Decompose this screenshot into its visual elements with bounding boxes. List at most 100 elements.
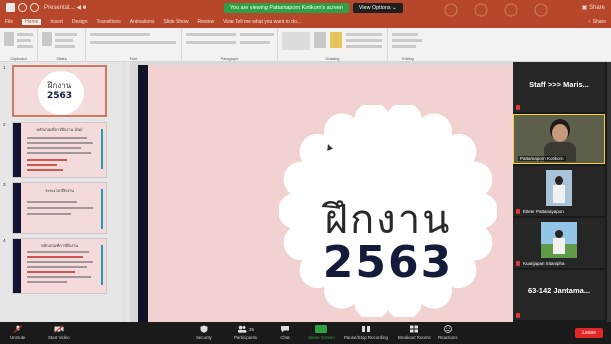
breakout-rooms-icon <box>410 325 419 333</box>
mic-muted-icon <box>13 325 23 333</box>
font-group: Font <box>86 28 182 62</box>
start-video-button[interactable]: Start Video <box>48 325 70 340</box>
participants-button[interactable]: 25 Participants <box>234 325 257 340</box>
clipboard-group-label: Clipboard <box>10 57 27 61</box>
drawing-group: Drawing <box>278 28 388 62</box>
quick-styles-icon[interactable] <box>330 32 342 48</box>
participant-name: 63-142 Jantama... <box>527 286 591 295</box>
share-screen-button[interactable]: Share Screen <box>308 325 335 340</box>
undo-icon[interactable] <box>18 3 27 12</box>
ribbon-tab-list: File Home Insert Design Transitions Animation… <box>5 19 234 25</box>
participant-panel-scrollbar[interactable] <box>607 62 611 322</box>
participant-tile[interactable]: 63-142 Jantama... <box>513 270 605 320</box>
slides-group-label: Slides <box>56 57 67 61</box>
thumbnails-scrollbar[interactable] <box>122 62 126 322</box>
pause-stop-icon <box>361 326 370 332</box>
unmute-label: Unmute <box>10 335 26 340</box>
viewing-screen-label: You are viewing Pattamaporn Kotikorn's s… <box>224 2 349 13</box>
tell-me-search[interactable]: ♀ Tell me what you want to do... <box>230 19 301 25</box>
breakout-rooms-label: Breakout Rooms <box>398 335 431 340</box>
muted-mic-icon <box>516 209 520 214</box>
paragraph-group: Paragraph <box>182 28 278 62</box>
editing-group-label: Editing <box>402 57 414 61</box>
tab-home[interactable]: Home <box>22 19 42 25</box>
reactions-label: Reactions <box>438 335 458 340</box>
leave-meeting-button[interactable]: Leave <box>575 328 603 338</box>
tab-transitions[interactable]: Transitions <box>97 19 121 25</box>
tab-slide-show[interactable]: Slide Show <box>164 19 189 25</box>
muted-mic-icon <box>516 105 520 110</box>
thumbnail-number: 4 <box>3 238 6 243</box>
shield-icon <box>200 325 208 333</box>
thumbnail-number: 1 <box>3 65 6 70</box>
participant-name: Pattamaporn Kotikorn <box>518 156 566 161</box>
window-controls[interactable]: ▣ Share <box>582 4 605 11</box>
shapes-gallery-icon[interactable] <box>282 32 310 50</box>
editing-group: Editing <box>388 28 428 62</box>
title-bar-pattern <box>444 3 548 17</box>
participants-count: 25 <box>249 326 254 332</box>
smiley-icon <box>443 325 452 333</box>
thumbnail-title: หลักเกณฑ์การฝึกงาน (ต่อ) <box>36 127 83 132</box>
share-button[interactable]: ♀ Share <box>588 19 606 25</box>
breakout-rooms-button[interactable]: Breakout Rooms <box>398 325 431 340</box>
security-label: Security <box>196 335 212 340</box>
tab-animations[interactable]: Animations <box>130 19 155 25</box>
reactions-button[interactable]: Reactions <box>438 325 458 340</box>
thumbnail-year: 2563 <box>46 91 73 101</box>
participant-name: Staff >>> Maris... <box>529 80 589 89</box>
participant-tile-active[interactable]: Pattamaporn Kotikorn <box>513 114 605 164</box>
window-title: Presentat... ◀ ■ <box>44 5 87 11</box>
chat-button[interactable]: Chat <box>280 325 290 340</box>
slide-left-band <box>138 65 148 322</box>
start-video-label: Start Video <box>48 335 70 340</box>
security-button[interactable]: Security <box>196 325 212 340</box>
tab-insert[interactable]: Insert <box>50 19 63 25</box>
screen-share-banner: You are viewing Pattamaporn Kotikorn's s… <box>224 2 403 13</box>
redo-icon[interactable] <box>30 3 39 12</box>
arrange-icon[interactable] <box>314 32 326 48</box>
slide-year: 2563 <box>322 237 454 288</box>
ribbon-tabs: File Home Insert Design Transitions Animation… <box>0 18 611 35</box>
share-screen-label: Share Screen <box>308 335 335 340</box>
zoom-meeting-toolbar: Unmute Start Video Security 25 Participa… <box>0 322 611 344</box>
slide-thumbnail-1[interactable]: ฝึกงาน 2563 <box>12 65 107 117</box>
record-button[interactable]: Pause/Stop Recording <box>344 325 388 340</box>
participant-name: Kuanjapan Sitanipha <box>523 261 565 266</box>
font-group-label: Font <box>129 57 138 61</box>
save-icon[interactable] <box>6 3 15 12</box>
participant-name: Eiteer Pattanayapon <box>523 209 564 214</box>
tab-review[interactable]: Review <box>198 19 214 25</box>
current-slide[interactable]: ฝึกงาน 2563 <box>138 65 513 322</box>
video-off-icon <box>54 325 64 333</box>
participant-tile[interactable]: Eiteer Pattanayapon <box>513 166 605 216</box>
ribbon: Clipboard Slides Font Paragraph Drawing … <box>0 28 611 62</box>
slides-group: Slides <box>38 28 86 62</box>
tab-file[interactable]: File <box>5 19 13 25</box>
new-slide-icon[interactable] <box>42 32 52 46</box>
unmute-button[interactable]: Unmute <box>10 325 25 340</box>
paste-icon[interactable] <box>4 32 14 46</box>
participants-label: Participants <box>234 335 257 340</box>
slide-thumbnail-3[interactable]: ระยะเวลาฝึกงาน <box>12 182 107 234</box>
thumbnail-number: 3 <box>3 182 6 187</box>
slide-editing-area: ฝึกงาน 2563 <box>130 62 513 322</box>
view-options-button[interactable]: View Options ⌄ <box>352 2 403 13</box>
thumbnail-number: 2 <box>3 122 6 127</box>
thumbnail-title: ระยะเวลาฝึกงาน <box>45 188 74 193</box>
share-screen-icon <box>315 325 328 333</box>
paragraph-group-label: Paragraph <box>220 57 239 61</box>
drawing-group-label: Drawing <box>325 57 340 61</box>
tab-design[interactable]: Design <box>72 19 88 25</box>
slide-thumbnail-2[interactable]: หลักเกณฑ์การฝึกงาน (ต่อ) <box>12 122 107 178</box>
participants-icon <box>238 325 247 333</box>
participant-tile[interactable]: Staff >>> Maris... <box>513 62 605 112</box>
participant-tile[interactable]: Kuanjapan Sitanipha <box>513 218 605 268</box>
muted-mic-icon <box>516 261 520 266</box>
slide-thumbnail-4[interactable]: หลักเกณฑ์การฝึกงาน <box>12 238 107 294</box>
thumbnail-title: หลักเกณฑ์การฝึกงาน <box>41 243 78 248</box>
chat-label: Chat <box>280 335 290 340</box>
slide-thumbnails-pane: 1 ฝึกงาน 2563 2 หลักเกณฑ์การฝึกงาน (ต่อ)… <box>0 62 130 322</box>
muted-mic-icon <box>516 313 520 318</box>
record-label: Pause/Stop Recording <box>344 335 388 340</box>
